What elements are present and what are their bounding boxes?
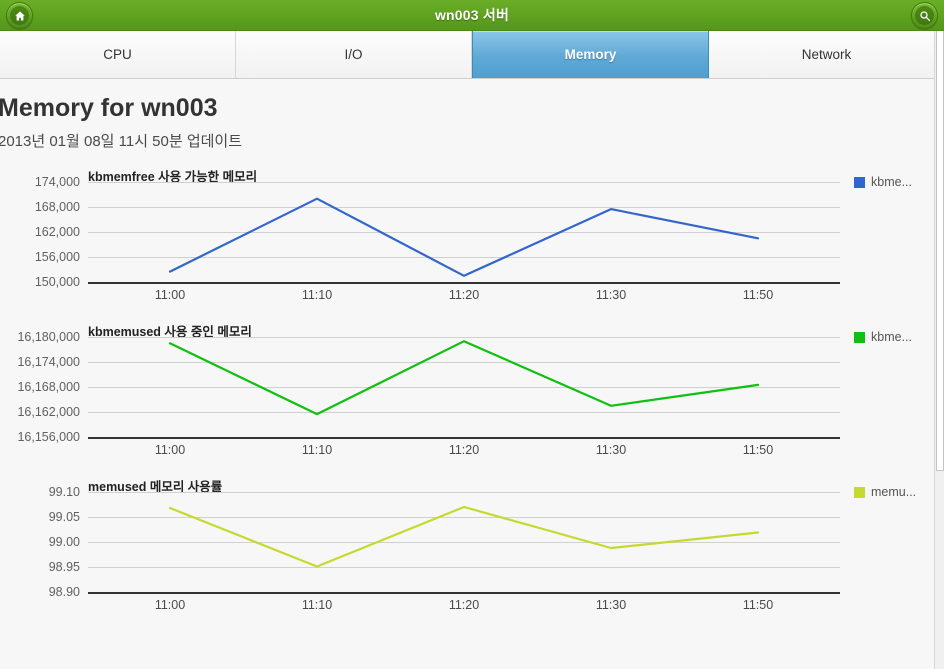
series-layer <box>168 197 760 277</box>
x-tick-label: 11:00 <box>154 443 186 457</box>
y-tick-label: 99.05 <box>48 510 80 524</box>
chart-panel: memused 메모리 사용률 98.90 98.95 99.00 99.05 99.10… <box>0 476 944 640</box>
chart-panel: kbmemused 사용 중인 메모리 16,156,000 16,162,000 1… <box>0 321 944 476</box>
chart-list: kbmemfree 사용 가능한 메모리 150,000 156,000 162,00… <box>0 166 944 640</box>
x-tick-label: 11:20 <box>448 443 480 457</box>
y-tick-label: 16,180,000 <box>17 330 80 344</box>
tab-label: Memory <box>564 47 617 62</box>
vertical-scrollbar[interactable] <box>934 31 944 669</box>
series-line <box>168 505 760 568</box>
series-line <box>168 340 760 416</box>
tab-bar: CPU I/O Memory Network <box>0 31 944 79</box>
tab-i-o[interactable]: I/O <box>236 31 472 78</box>
series-layer <box>168 505 760 568</box>
legend-color-swatch <box>854 486 865 498</box>
page-head: Memory for wn003 2013년 01월 08일 11시 50분 업… <box>0 79 944 152</box>
app-root: wn003 서버 CPU I/O Memory Network Memory for … <box>0 0 944 669</box>
chart-legend-item[interactable]: memu... <box>854 485 916 499</box>
home-icon <box>10 6 29 25</box>
tab-label: CPU <box>103 47 132 62</box>
x-tick-label: 11:00 <box>154 288 186 302</box>
chart-panel: kbmemfree 사용 가능한 메모리 150,000 156,000 162,00… <box>0 166 944 321</box>
chart-legend-item[interactable]: kbme... <box>854 175 912 189</box>
x-tick-label: 11:10 <box>301 443 333 457</box>
y-tick-label: 174,000 <box>34 175 80 189</box>
y-tick-label: 16,174,000 <box>17 355 80 369</box>
series-line <box>168 197 760 277</box>
home-button[interactable] <box>6 2 33 29</box>
tab-label: Network <box>801 47 852 62</box>
legend-label: kbme... <box>871 175 912 189</box>
search-button[interactable] <box>911 2 938 29</box>
x-tick-label: 11:20 <box>448 288 480 302</box>
y-tick-label: 16,156,000 <box>17 430 80 444</box>
x-tick-label: 11:00 <box>154 598 186 612</box>
legend-color-swatch <box>854 331 865 343</box>
page-subtitle: 2013년 01월 08일 11시 50분 업데이트 <box>0 133 243 150</box>
page-header-title: wn003 서버 <box>434 7 510 23</box>
y-tick-label: 99.10 <box>48 485 80 499</box>
legend-label: kbme... <box>871 330 912 344</box>
x-tick-label: 11:10 <box>301 288 333 302</box>
app-header: wn003 서버 <box>0 0 944 31</box>
x-tick-label: 11:30 <box>595 598 627 612</box>
tab-cpu[interactable]: CPU <box>0 31 236 78</box>
x-tick-label: 11:20 <box>448 598 480 612</box>
x-tick-label: 11:50 <box>742 288 774 302</box>
x-tick-label: 11:50 <box>742 443 774 457</box>
y-tick-label: 156,000 <box>34 250 80 264</box>
x-tick-label: 11:30 <box>595 443 627 457</box>
chart-legend-item[interactable]: kbme... <box>854 330 912 344</box>
x-tick-label: 11:30 <box>595 288 627 302</box>
tab-memory[interactable]: Memory <box>472 31 709 78</box>
tab-label: I/O <box>344 47 363 62</box>
page-title: Memory for wn003 <box>0 94 218 122</box>
y-tick-label: 162,000 <box>34 225 80 239</box>
legend-color-swatch <box>854 176 865 188</box>
x-tick-label: 11:50 <box>742 598 774 612</box>
tab-network[interactable]: Network <box>709 31 944 78</box>
y-tick-label: 16,168,000 <box>17 380 80 394</box>
y-tick-label: 16,162,000 <box>17 405 80 419</box>
y-tick-label: 98.90 <box>48 585 80 599</box>
plot-area: 16,156,000 16,162,000 16,168,000 16,174,000… <box>0 330 944 467</box>
y-tick-label: 98.95 <box>48 560 80 574</box>
y-tick-label: 168,000 <box>34 200 80 214</box>
scrollbar-thumb[interactable] <box>936 31 944 471</box>
x-tick-label: 11:10 <box>301 598 333 612</box>
plot-area: 98.90 98.95 99.00 99.05 99.10 11:00 11:10 11:20… <box>0 485 944 622</box>
y-tick-label: 99.00 <box>48 535 80 549</box>
y-tick-label: 150,000 <box>34 275 80 289</box>
legend-label: memu... <box>871 485 917 499</box>
series-layer <box>168 340 760 416</box>
plot-area: 150,000 156,000 162,000 168,000 174,000 11:00… <box>0 175 944 312</box>
search-icon <box>915 6 934 25</box>
